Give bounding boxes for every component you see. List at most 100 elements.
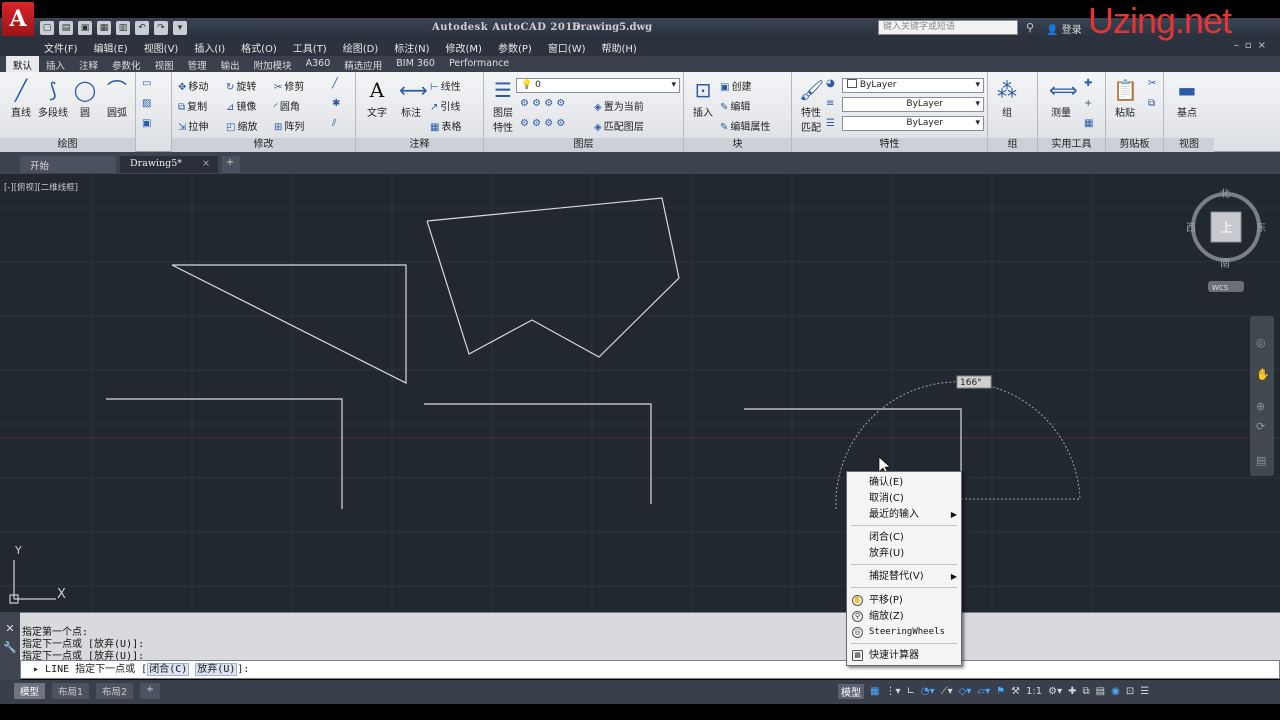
groups-panel-title[interactable]: 组 [988,138,1037,152]
match-properties-button[interactable]: 🖌 特性 匹配 [794,78,828,134]
snap-toggle-icon[interactable]: ⋮▾ [885,686,900,697]
ortho-toggle-icon[interactable]: ∟ [906,686,914,697]
utilities-panel-title[interactable]: 实用工具 [1038,138,1105,152]
menu-item-draw[interactable]: 绘图(D) [343,40,379,55]
menu-item-tools[interactable]: 工具(T) [293,40,327,55]
isolate-objects-icon[interactable]: ◉ [1111,686,1120,697]
edit-attributes-button[interactable]: ✎ 编辑属性 [720,118,770,133]
tab-manage[interactable]: 管理 [181,56,214,72]
redo-icon[interactable]: ↷ [154,21,168,35]
orbit-icon[interactable]: ⟳ [1256,420,1265,433]
grid-toggle-icon[interactable]: ▦ [870,686,879,697]
dimension-button[interactable]: ⟷ 标注 [394,78,428,119]
tab-default[interactable]: 默认 [6,56,40,72]
new-tab-button[interactable]: + [222,156,240,173]
tab-layout2[interactable]: 布局2 [96,683,134,699]
match-layer-button[interactable]: ◈ 匹配图层 [594,118,644,133]
menu-item-edit[interactable]: 编辑(E) [94,40,128,55]
grid-icon[interactable]: ▦ [1084,118,1095,129]
showmotion-icon[interactable]: ▤ [1256,454,1266,467]
menu-snap-overrides[interactable]: 捕捉替代(V) ▶ [869,569,959,584]
calculator-icon[interactable]: ✚ [1084,78,1094,89]
qat-dropdown-icon[interactable]: ▾ [173,21,187,35]
list-icon[interactable]: ☰ [826,118,837,129]
layers-panel-title[interactable]: 图层 [484,138,683,152]
layer-tools-row-2[interactable]: ⚙ ⚙ ⚙ ⚙ [520,118,567,129]
command-input[interactable]: ▸ LINE 指定下一点或 [闭合(C) 放弃(U)]: [20,660,1280,679]
customize-icon[interactable]: ☰ [1140,686,1149,697]
annotation-scale-value[interactable]: 1:1 [1026,686,1042,697]
tab-parametric[interactable]: 参数化 [105,56,148,72]
tab-featured-apps[interactable]: 精选应用 [337,56,389,72]
osnap-toggle-icon[interactable]: ◇▾ [959,686,972,697]
plus-icon[interactable]: + [1084,98,1094,109]
menu-item-file[interactable]: 文件(F) [44,40,78,55]
wrench-icon[interactable]: 🔧 [0,641,20,654]
undo-icon[interactable]: ↶ [135,21,149,35]
table-button[interactable]: ▦ 表格 [430,118,461,133]
scale-button[interactable]: ◰ 缩放 [226,118,257,133]
annotation-panel-title[interactable]: 注释 [356,138,483,152]
view-panel-title[interactable]: 视图 [1164,138,1214,152]
move-button[interactable]: ✥ 移动 [178,78,208,93]
workspace-gear-icon[interactable]: ⚙▾ [1048,686,1062,697]
tab-drawing5[interactable]: Drawing5* × [120,156,218,173]
tab-output[interactable]: 输出 [214,56,247,72]
menu-item-parametric[interactable]: 参数(P) [498,40,532,55]
copy-button[interactable]: ⧉ 复制 [178,98,207,113]
menu-item-view[interactable]: 视图(V) [144,40,179,55]
arc-button[interactable]: ⌒ 圆弧 [100,78,134,119]
tab-annotate[interactable]: 注释 [72,56,105,72]
viewcube-top-label[interactable]: 上 [1220,221,1233,236]
zoom-icon[interactable]: ⊕ [1256,400,1265,413]
close-command-icon[interactable]: ✕ [0,622,20,635]
steering-wheel-icon[interactable]: ◎ [1256,336,1266,349]
cut-icon[interactable]: ✂ [1148,78,1158,89]
add-layout-button[interactable]: + [140,683,160,699]
viewcube-west[interactable]: 西 [1186,223,1196,234]
command-option-close[interactable]: 闭合(C) [147,663,190,676]
menu-item-dimension[interactable]: 标注(N) [394,40,429,55]
tab-view[interactable]: 视图 [148,56,181,72]
layer-dropdown[interactable]: 💡 0 [516,78,680,93]
binoculars-icon[interactable]: ⚲ [1026,21,1034,34]
color-wheel-icon[interactable]: ◕ [826,78,837,89]
mirror-button[interactable]: ⊿ 镜像 [226,98,256,113]
tab-layout1[interactable]: 布局1 [52,683,90,699]
menu-item-insert[interactable]: 插入(I) [194,40,225,55]
create-block-button[interactable]: ▣ 创建 [720,78,751,93]
paste-button[interactable]: 📋 粘贴 [1108,78,1142,119]
plus-status-icon[interactable]: ✚ [1068,686,1076,697]
trim-button[interactable]: ✂ 修剪 [274,78,304,93]
layer-properties-button[interactable]: ☰ 图层 特性 [486,78,520,134]
tab-insert[interactable]: 插入 [39,56,72,72]
viewcube-north[interactable]: 北 [1220,188,1230,200]
menu-undo[interactable]: 放弃(U) [869,546,959,561]
block-panel-title[interactable]: 块 [684,138,791,152]
window-controls[interactable]: –▫× [1234,40,1272,51]
base-point-button[interactable]: ▬ 基点 [1170,78,1204,119]
save-as-icon[interactable]: ▦ [97,21,111,35]
otrack-toggle-icon[interactable]: ▱▾ [977,686,990,697]
polar-toggle-icon[interactable]: ◔▾ [921,686,935,697]
linetype-dropdown[interactable]: ByLayer [842,97,984,112]
clipboard-panel-title[interactable]: 剪贴板 [1106,138,1163,152]
new-file-icon[interactable]: ▢ [40,21,54,35]
tab-model[interactable]: 模型 [14,683,46,699]
annotation-visibility-icon[interactable]: ⚑ [996,686,1005,697]
viewcube-east[interactable]: 东 [1256,221,1266,234]
menu-item-window[interactable]: 窗口(W) [548,40,586,55]
login-button[interactable]: 👤 登录 [1046,21,1082,36]
menu-zoom[interactable]: 缩放(Z) [869,609,959,624]
hatch-icon[interactable]: ▨ [142,98,153,109]
group-button[interactable]: ⁂ 组 [990,78,1024,119]
menu-steering-wheels[interactable]: SteeringWheels [869,625,959,640]
region-icon[interactable]: ▣ [142,118,153,129]
fillet-button[interactable]: ◜ 圆角 [274,98,300,113]
menu-item-format[interactable]: 格式(O) [241,40,277,55]
menu-cancel[interactable]: 取消(C) [869,491,959,506]
circle-button[interactable]: ◯ 圆 [68,78,102,119]
viewcube-south[interactable]: 南 [1220,257,1230,270]
make-current-button[interactable]: ◈ 置为当前 [594,98,644,113]
offset-icon[interactable]: ⫽ [332,118,338,129]
